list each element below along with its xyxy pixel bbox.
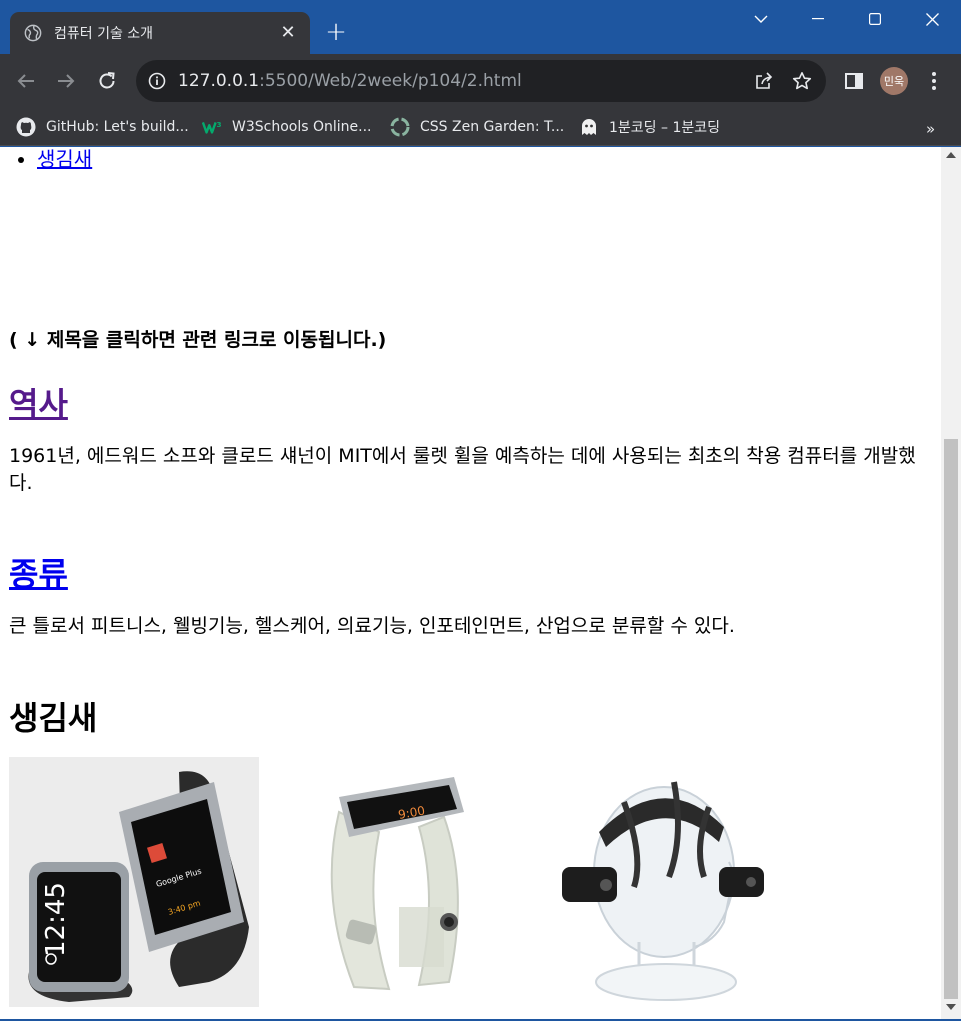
bookmarks-overflow-button[interactable]: »: [926, 120, 935, 138]
page-scrollbar[interactable]: [941, 147, 961, 1019]
tab-title: 컴퓨터 기술 소개: [54, 26, 154, 42]
appearance-heading: 생김새: [9, 699, 98, 737]
head-mounted-display-image: [544, 757, 794, 1007]
bookmark-w3schools[interactable]: 3 W3Schools Online...: [202, 114, 371, 140]
svg-text:3: 3: [217, 120, 222, 129]
tab-search-icon[interactable]: [741, 4, 781, 34]
back-arrow-icon[interactable]: [12, 67, 40, 95]
nav-list: 생김새: [37, 147, 92, 172]
reload-icon[interactable]: [93, 67, 121, 95]
new-tab-button[interactable]: +: [322, 18, 350, 46]
galaxy-gear-image: 9:00: [279, 757, 529, 1007]
types-heading-link[interactable]: 종류: [9, 549, 68, 595]
w3schools-icon: 3: [202, 117, 222, 137]
profile-avatar[interactable]: 민욱: [880, 67, 908, 95]
share-icon[interactable]: [754, 71, 774, 91]
tab-strip: 컴퓨터 기술 소개 ✕ +: [0, 0, 961, 54]
watch-time-text: 12:45: [41, 882, 71, 957]
nav-link-appearance[interactable]: 생김새: [37, 147, 92, 171]
page-viewport: 생김새 ( ↓ 제목을 클릭하면 관련 링크로 이동됩니다.) 역사 1961년…: [0, 147, 961, 1019]
github-icon: [16, 117, 36, 137]
types-paragraph: 큰 틀로서 피트니스, 웰빙기능, 헬스케어, 의료기능, 인포테인먼트, 산업…: [9, 615, 735, 637]
browser-tab[interactable]: 컴퓨터 기술 소개 ✕: [10, 12, 310, 54]
bookmark-zen-garden[interactable]: CSS Zen Garden: T...: [390, 114, 564, 140]
minimize-icon[interactable]: [798, 4, 838, 34]
scroll-up-arrow-icon[interactable]: [941, 151, 961, 165]
bookmark-1bun-coding[interactable]: 1분코딩 – 1분코딩: [579, 114, 720, 140]
list-item: 생김새: [37, 147, 92, 172]
address-bar[interactable]: 127.0.0.1:5500/Web/2week/p104/2.html: [136, 60, 826, 102]
site-info-icon[interactable]: [148, 72, 166, 90]
bookmarks-bar: GitHub: Let's build... 3 W3Schools Onlin…: [0, 108, 961, 146]
history-heading-link[interactable]: 역사: [9, 379, 68, 425]
browser-toolbar: 127.0.0.1:5500/Web/2week/p104/2.html 민욱: [0, 54, 961, 108]
history-paragraph: 1961년, 에드워드 소프와 클로드 섀넌이 MIT에서 룰렛 휠을 예측하는…: [9, 445, 916, 494]
ghost-icon: [579, 117, 599, 137]
zen-garden-icon: [390, 117, 410, 137]
smartwatch-pair-image: 12:45 Google Plus 3:40 pm: [9, 757, 259, 1007]
url-text[interactable]: 127.0.0.1:5500/Web/2week/p104/2.html: [178, 71, 522, 91]
bookmark-star-icon[interactable]: [792, 71, 812, 91]
globe-icon: [24, 24, 42, 42]
side-panel-icon[interactable]: [841, 68, 867, 94]
close-window-icon[interactable]: [912, 4, 952, 34]
scrollbar-thumb[interactable]: [944, 439, 958, 999]
scroll-down-arrow-icon[interactable]: [941, 1003, 961, 1017]
menu-kebab-icon[interactable]: [921, 68, 947, 94]
close-tab-icon[interactable]: ✕: [278, 23, 298, 43]
forward-arrow-icon[interactable]: [52, 67, 80, 95]
bookmark-github[interactable]: GitHub: Let's build...: [16, 114, 189, 140]
maximize-icon[interactable]: [855, 4, 895, 34]
link-hint-text: ( ↓ 제목을 클릭하면 관련 링크로 이동됩니다.): [9, 329, 387, 351]
